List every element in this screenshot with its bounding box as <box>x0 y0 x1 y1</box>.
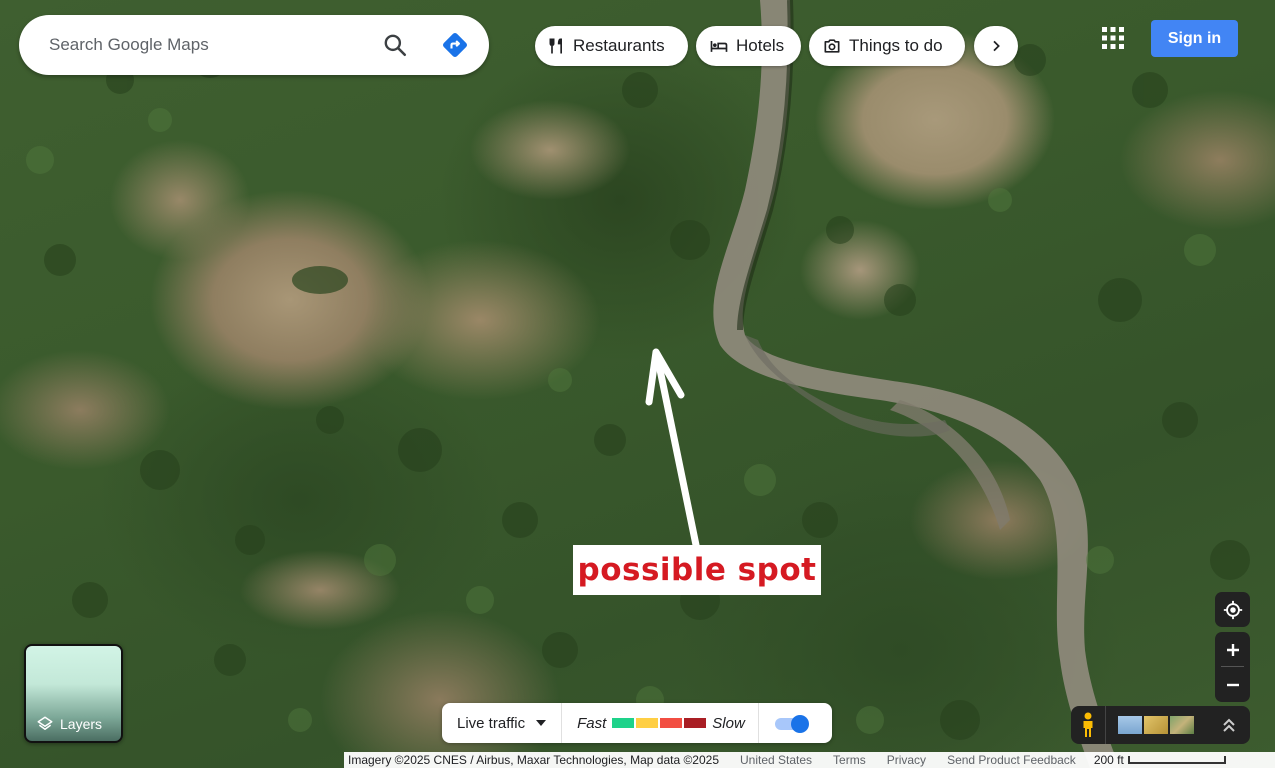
directions-button[interactable] <box>437 27 473 63</box>
hotel-icon <box>710 41 728 52</box>
imagery-thumbnail-3[interactable] <box>1170 716 1194 734</box>
footer-feedback-link[interactable]: Send Product Feedback <box>947 753 1076 767</box>
apps-button[interactable] <box>1097 22 1129 54</box>
chip-label: Hotels <box>736 36 785 55</box>
street-view-button[interactable] <box>1071 706 1106 744</box>
chip-label: Restaurants <box>573 36 665 55</box>
annotation-arrow <box>645 348 700 549</box>
layers-icon <box>37 716 53 730</box>
my-location-button[interactable] <box>1215 592 1250 627</box>
imagery-attribution: Imagery ©2025 CNES / Airbus, Maxar Techn… <box>348 753 719 767</box>
layers-label-group: Layers <box>36 715 102 733</box>
double-chevron-up-icon <box>1223 718 1235 732</box>
footer-terms-link[interactable]: Terms <box>833 753 866 767</box>
my-location-icon <box>1223 600 1242 619</box>
restaurant-icon <box>549 38 562 54</box>
scale-label: 200 ft <box>1093 753 1124 767</box>
legend-swatch-fast <box>612 718 635 728</box>
traffic-slow-label: Slow <box>712 714 745 732</box>
scale-bar <box>1127 756 1226 764</box>
plus-icon <box>1226 643 1239 656</box>
traffic-panel: Live traffic Fast Slow <box>442 703 832 743</box>
search-box <box>19 15 489 75</box>
zoom-in-button[interactable] <box>1215 632 1250 667</box>
map-terrain <box>26 0 1250 768</box>
footer-region-link[interactable]: United States <box>740 753 812 767</box>
caret-down-icon <box>536 720 547 726</box>
imagery-panel <box>1071 706 1250 744</box>
expand-imagery-button[interactable] <box>1219 715 1239 735</box>
chip-hotels[interactable]: Hotels <box>696 26 801 66</box>
directions-icon <box>443 33 467 57</box>
traffic-fast-label: Fast <box>577 714 607 732</box>
scale-indicator[interactable]: 200 ft <box>1094 753 1226 767</box>
traffic-dropdown-label: Live traffic <box>457 714 526 732</box>
search-icon <box>384 34 407 57</box>
pegman-icon <box>1083 712 1093 737</box>
chevron-right-icon <box>993 40 1000 52</box>
chip-things-to-do[interactable]: Things to do <box>809 26 965 66</box>
chips-more-button[interactable] <box>974 26 1018 66</box>
zoom-out-button[interactable] <box>1215 667 1250 702</box>
annotation-label: possible spot <box>573 545 821 595</box>
apps-grid-icon <box>1102 27 1124 49</box>
layers-label: Layers <box>60 716 103 732</box>
traffic-dropdown[interactable]: Live traffic <box>442 703 563 743</box>
chip-restaurants[interactable]: Restaurants <box>535 26 688 66</box>
footer-privacy-link[interactable]: Privacy <box>887 753 926 767</box>
zoom-controls <box>1215 632 1250 702</box>
satellite-map[interactable] <box>0 0 1275 768</box>
traffic-toggle[interactable] <box>774 714 809 733</box>
toggle-knob <box>790 715 809 733</box>
search-input[interactable] <box>49 35 369 55</box>
zoom-divider <box>1221 666 1244 667</box>
map-footer: Imagery ©2025 CNES / Airbus, Maxar Techn… <box>344 752 1275 768</box>
traffic-legend: Fast Slow <box>562 703 759 743</box>
sign-in-button[interactable]: Sign in <box>1151 20 1238 57</box>
search-button[interactable] <box>377 27 413 63</box>
traffic-legend-swatches <box>612 718 707 728</box>
minus-icon <box>1226 683 1239 686</box>
legend-swatch-medium <box>636 718 659 728</box>
legend-swatch-very-slow <box>684 718 707 728</box>
imagery-thumbnail-2[interactable] <box>1144 716 1168 734</box>
legend-swatch-slow <box>660 718 683 728</box>
layers-button[interactable]: Layers <box>24 644 123 743</box>
imagery-thumbnail-1[interactable] <box>1118 716 1142 734</box>
chip-label: Things to do <box>849 36 943 55</box>
camera-icon <box>824 39 840 53</box>
